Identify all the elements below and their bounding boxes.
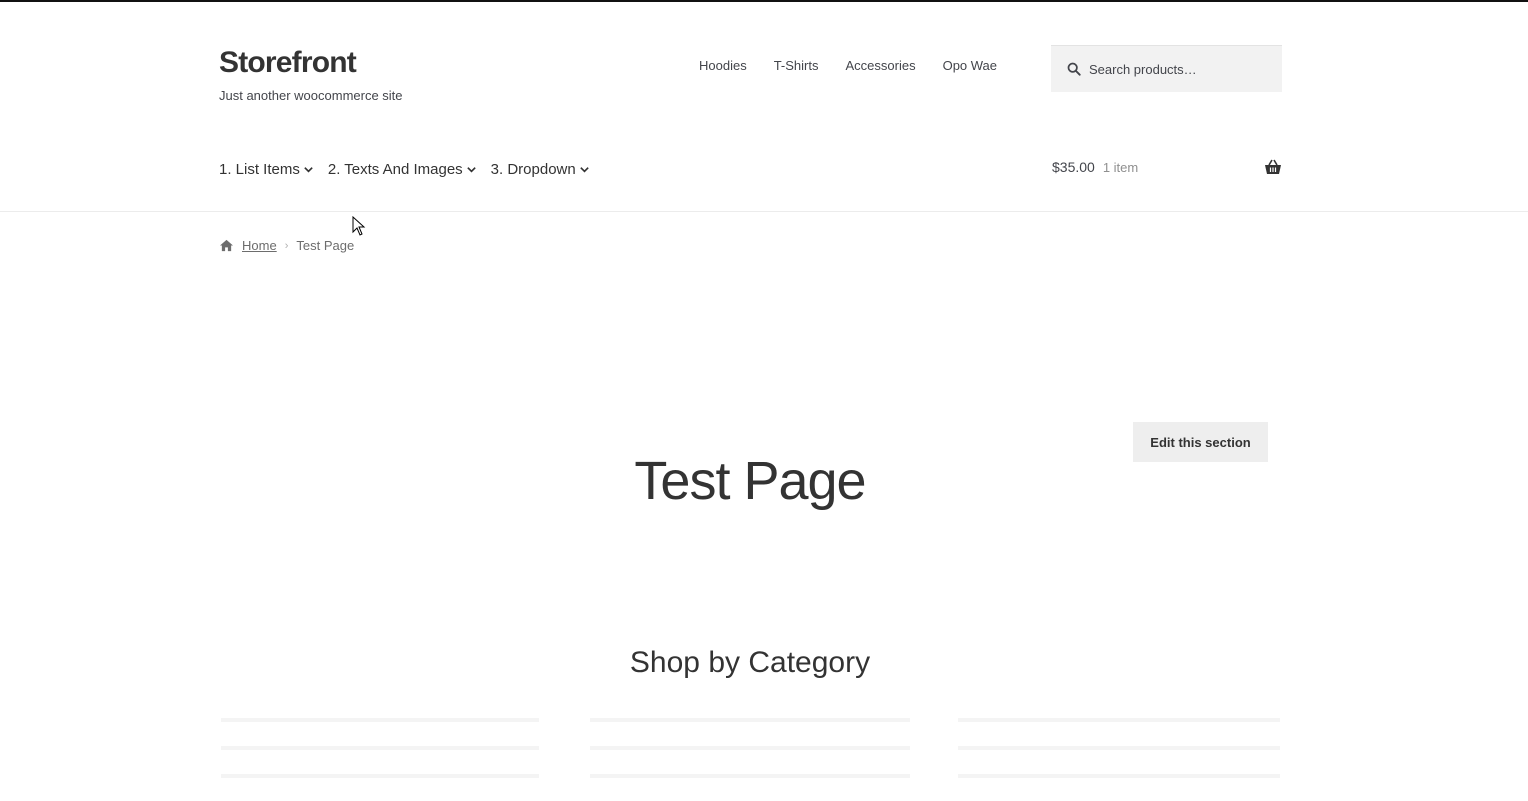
basket-icon <box>1265 159 1281 174</box>
site-title[interactable]: Storefront <box>219 46 357 80</box>
chevron-down-icon <box>304 167 313 173</box>
menu-item-label: 2. Texts And Images <box>327 161 463 178</box>
header-divider <box>0 211 1528 212</box>
menu-item-label: 3. Dropdown <box>490 161 576 178</box>
menu-item-label: 1. List Items <box>219 161 300 178</box>
mouse-cursor-icon <box>352 216 366 236</box>
chevron-right-icon: › <box>284 239 289 252</box>
nav-link-accessories[interactable]: Accessories <box>846 58 916 73</box>
menu-item-dropdown[interactable]: 3. Dropdown <box>491 161 590 178</box>
nav-link-t-shirts[interactable]: T-Shirts <box>774 58 819 73</box>
section-title: Shop by Category <box>629 646 871 679</box>
breadcrumb-home-link[interactable]: Home <box>242 238 277 253</box>
nav-link-opo-wae[interactable]: Opo Wae <box>943 58 997 73</box>
search-input[interactable] <box>1089 61 1269 77</box>
secondary-nav: Hoodies T-Shirts Accessories Opo Wae <box>699 58 997 73</box>
search-icon <box>1067 62 1081 76</box>
cart-link[interactable]: $35.00 1 item <box>1052 159 1282 175</box>
cart-amount: $35.00 <box>1052 159 1095 175</box>
site-tagline: Just another woocommerce site <box>219 88 403 103</box>
home-icon <box>220 239 233 252</box>
nav-link-hoodies[interactable]: Hoodies <box>699 58 747 73</box>
menu-item-list-items[interactable]: 1. List Items <box>219 161 314 178</box>
chevron-down-icon <box>579 167 589 173</box>
chevron-down-icon <box>466 167 476 173</box>
menu-item-texts-and-images[interactable]: 2. Texts And Images <box>328 161 477 178</box>
breadcrumb-current: Test Page <box>296 238 355 253</box>
page-title: Test Page <box>634 451 866 511</box>
cart-count: 1 item <box>1102 159 1139 175</box>
breadcrumb: Home › Test Page <box>219 238 354 253</box>
primary-nav: 1. List Items 2. Texts And Images 3. Dro… <box>219 161 590 178</box>
search-box[interactable] <box>1051 45 1282 92</box>
